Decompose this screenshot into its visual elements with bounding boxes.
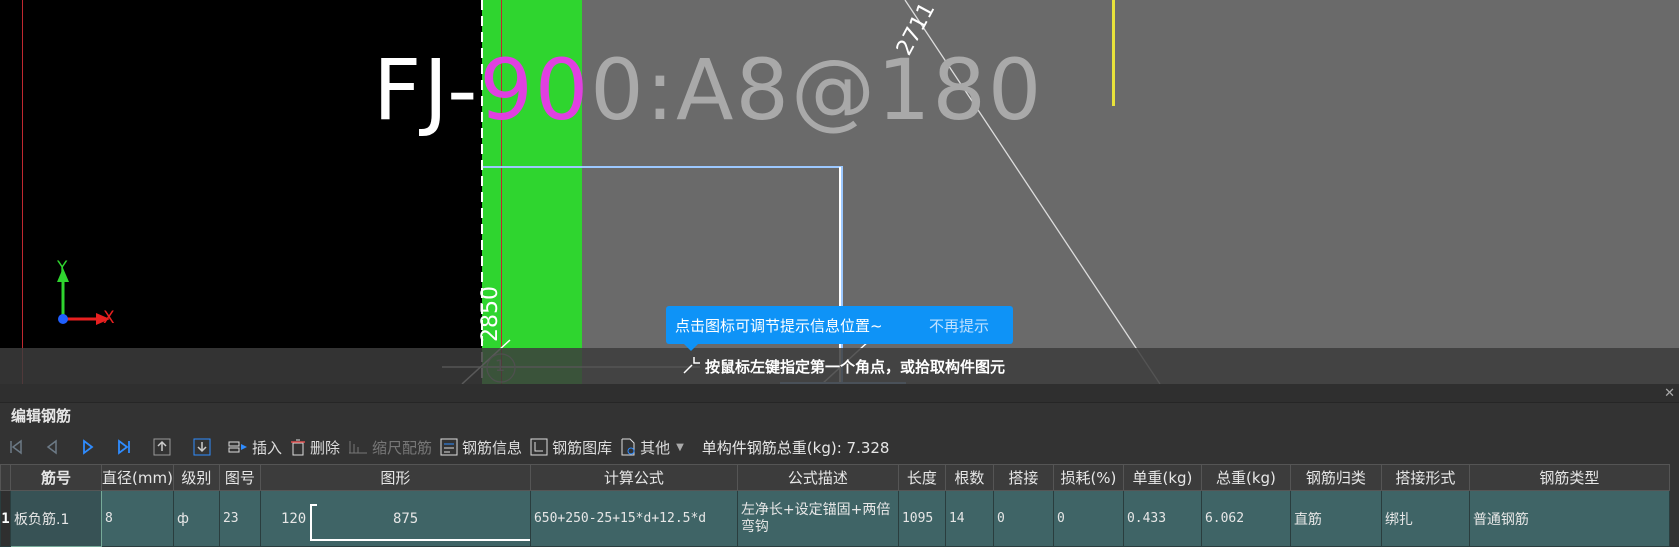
next-record-icon[interactable] [72, 432, 108, 462]
rebar-info-icon [440, 438, 458, 456]
cell-category[interactable]: 直筋 [1289, 490, 1382, 547]
rebar-info-label: 钢筋信息 [462, 438, 523, 457]
cell-diameter[interactable]: 8 [101, 490, 174, 547]
cell-lap[interactable]: 0 [992, 490, 1054, 547]
cell-loss[interactable]: 0 [1052, 490, 1124, 547]
cell-length[interactable]: 1095 [897, 490, 946, 547]
other-dropdown[interactable]: 其他 ▼ [616, 432, 688, 462]
annotation-part-gray: 0:A8@180 [590, 41, 1044, 139]
total-weight-text: 单构件钢筋总重(kg): 7.328 [701, 438, 890, 457]
annotation-part-magenta: 90 [479, 41, 591, 139]
annotation-part-white: FJ- [373, 41, 480, 139]
cell-rebar-name[interactable]: 板负筋.1 [10, 490, 102, 547]
cell-description[interactable]: 左净长+设定锚固+两倍弯钩 [736, 490, 899, 547]
move-up-icon[interactable] [144, 432, 184, 462]
rebar-library-label: 钢筋图库 [552, 438, 613, 457]
axis-y-label: Y [57, 258, 68, 278]
header-cell[interactable]: 根数 [944, 464, 994, 491]
shape-dim-left: 120 [280, 511, 307, 527]
header-cell[interactable]: 筋号 [10, 464, 102, 491]
header-corner [0, 464, 11, 491]
trash-icon [291, 439, 306, 456]
header-cell[interactable]: 钢筋类型 [1468, 464, 1670, 491]
header-cell[interactable]: 单重(kg) [1122, 464, 1202, 491]
cell-formula[interactable]: 650+250-25+15*d+12.5*d [529, 490, 738, 547]
command-prompt-text: 按鼠标左键指定第一个角点，或拾取构件图元 [705, 358, 1006, 376]
delete-button[interactable]: 删除 [286, 432, 344, 462]
cell-grade[interactable]: ф [172, 490, 220, 547]
prev-record-icon[interactable] [36, 432, 72, 462]
header-cell[interactable]: 图号 [218, 464, 261, 491]
scale-rebar-label: 缩尺配筋 [372, 438, 433, 457]
table-header-row: 筋号 直径(mm) 级别 图号 图形 计算公式 公式描述 长度 根数 搭接 损耗… [0, 464, 1670, 491]
shape-dim-main: 875 [392, 511, 419, 527]
rebar-table: 筋号 直径(mm) 级别 图号 图形 计算公式 公式描述 长度 根数 搭接 损耗… [0, 464, 1670, 547]
rebar-annotation[interactable]: FJ-900:A8@180 [373, 40, 1043, 140]
rebar-info-button[interactable]: 钢筋信息 [436, 432, 526, 462]
panel-splitter[interactable] [0, 384, 1679, 403]
header-cell[interactable]: 级别 [172, 464, 220, 491]
panel-close-icon[interactable]: ✕ [1664, 386, 1675, 401]
delete-label: 删除 [310, 438, 341, 457]
cell-count[interactable]: 14 [944, 490, 994, 547]
first-record-icon[interactable] [0, 432, 36, 462]
cell-shape[interactable]: 120 875 [259, 490, 531, 547]
insert-label: 插入 [252, 438, 283, 457]
row-index[interactable]: 1 [0, 490, 11, 547]
rebar-toolbar: 插入 删除 缩尺配筋 钢筋信息 钢筋图库 其他 ▼ 单构件钢筋总重(kg): 7… [0, 432, 1679, 462]
scale-rebar-button[interactable]: 缩尺配筋 [344, 432, 436, 462]
dont-show-again-link[interactable]: 不再提示 [929, 315, 989, 336]
scale-rebar-icon [349, 441, 368, 454]
panel-title: 编辑钢筋 [11, 407, 72, 425]
cell-total-weight[interactable]: 6.062 [1200, 490, 1291, 547]
vertical-dimension: 2850 [478, 286, 503, 342]
ucs-axis-icon: Y X [50, 258, 120, 334]
rebar-library-button[interactable]: 钢筋图库 [526, 432, 616, 462]
hint-message: 点击图标可调节提示信息位置~ [675, 317, 883, 335]
chevron-down-icon: ▼ [676, 441, 684, 453]
other-label: 其他 [640, 438, 671, 457]
rebar-shape-diagram: 120 875 [261, 492, 530, 546]
hint-tooltip[interactable]: 点击图标可调节提示信息位置~ 不再提示 [666, 306, 1013, 351]
table-row[interactable]: 1 板负筋.1 8 ф 23 120 875 650+250-25+15*d+1… [0, 490, 1670, 547]
header-cell[interactable]: 公式描述 [736, 464, 899, 491]
document-gear-icon [621, 438, 635, 456]
header-cell[interactable]: 长度 [897, 464, 946, 491]
header-cell[interactable]: 总重(kg) [1200, 464, 1291, 491]
axis-x-label: X [103, 308, 115, 328]
header-cell[interactable]: 直径(mm) [101, 464, 174, 491]
insert-button[interactable]: 插入 [224, 432, 286, 462]
header-cell[interactable]: 计算公式 [529, 464, 738, 491]
header-cell[interactable]: 搭接 [992, 464, 1054, 491]
header-cell[interactable]: 搭接形式 [1380, 464, 1470, 491]
header-cell[interactable]: 损耗(%) [1052, 464, 1124, 491]
last-record-icon[interactable] [108, 432, 144, 462]
tooltip-arrow [684, 344, 698, 351]
cell-lap-type[interactable]: 绑扎 [1380, 490, 1470, 547]
move-down-icon[interactable] [184, 432, 224, 462]
cell-rebar-type[interactable]: 普通钢筋 [1468, 490, 1670, 547]
cell-shape-no[interactable]: 23 [218, 490, 261, 547]
cell-unit-weight[interactable]: 0.433 [1122, 490, 1202, 547]
header-cell[interactable]: 图形 [259, 464, 531, 491]
header-cell[interactable]: 钢筋归类 [1289, 464, 1382, 491]
insert-icon [228, 441, 247, 453]
pick-cursor-icon [683, 357, 700, 374]
rebar-library-icon [530, 438, 548, 456]
